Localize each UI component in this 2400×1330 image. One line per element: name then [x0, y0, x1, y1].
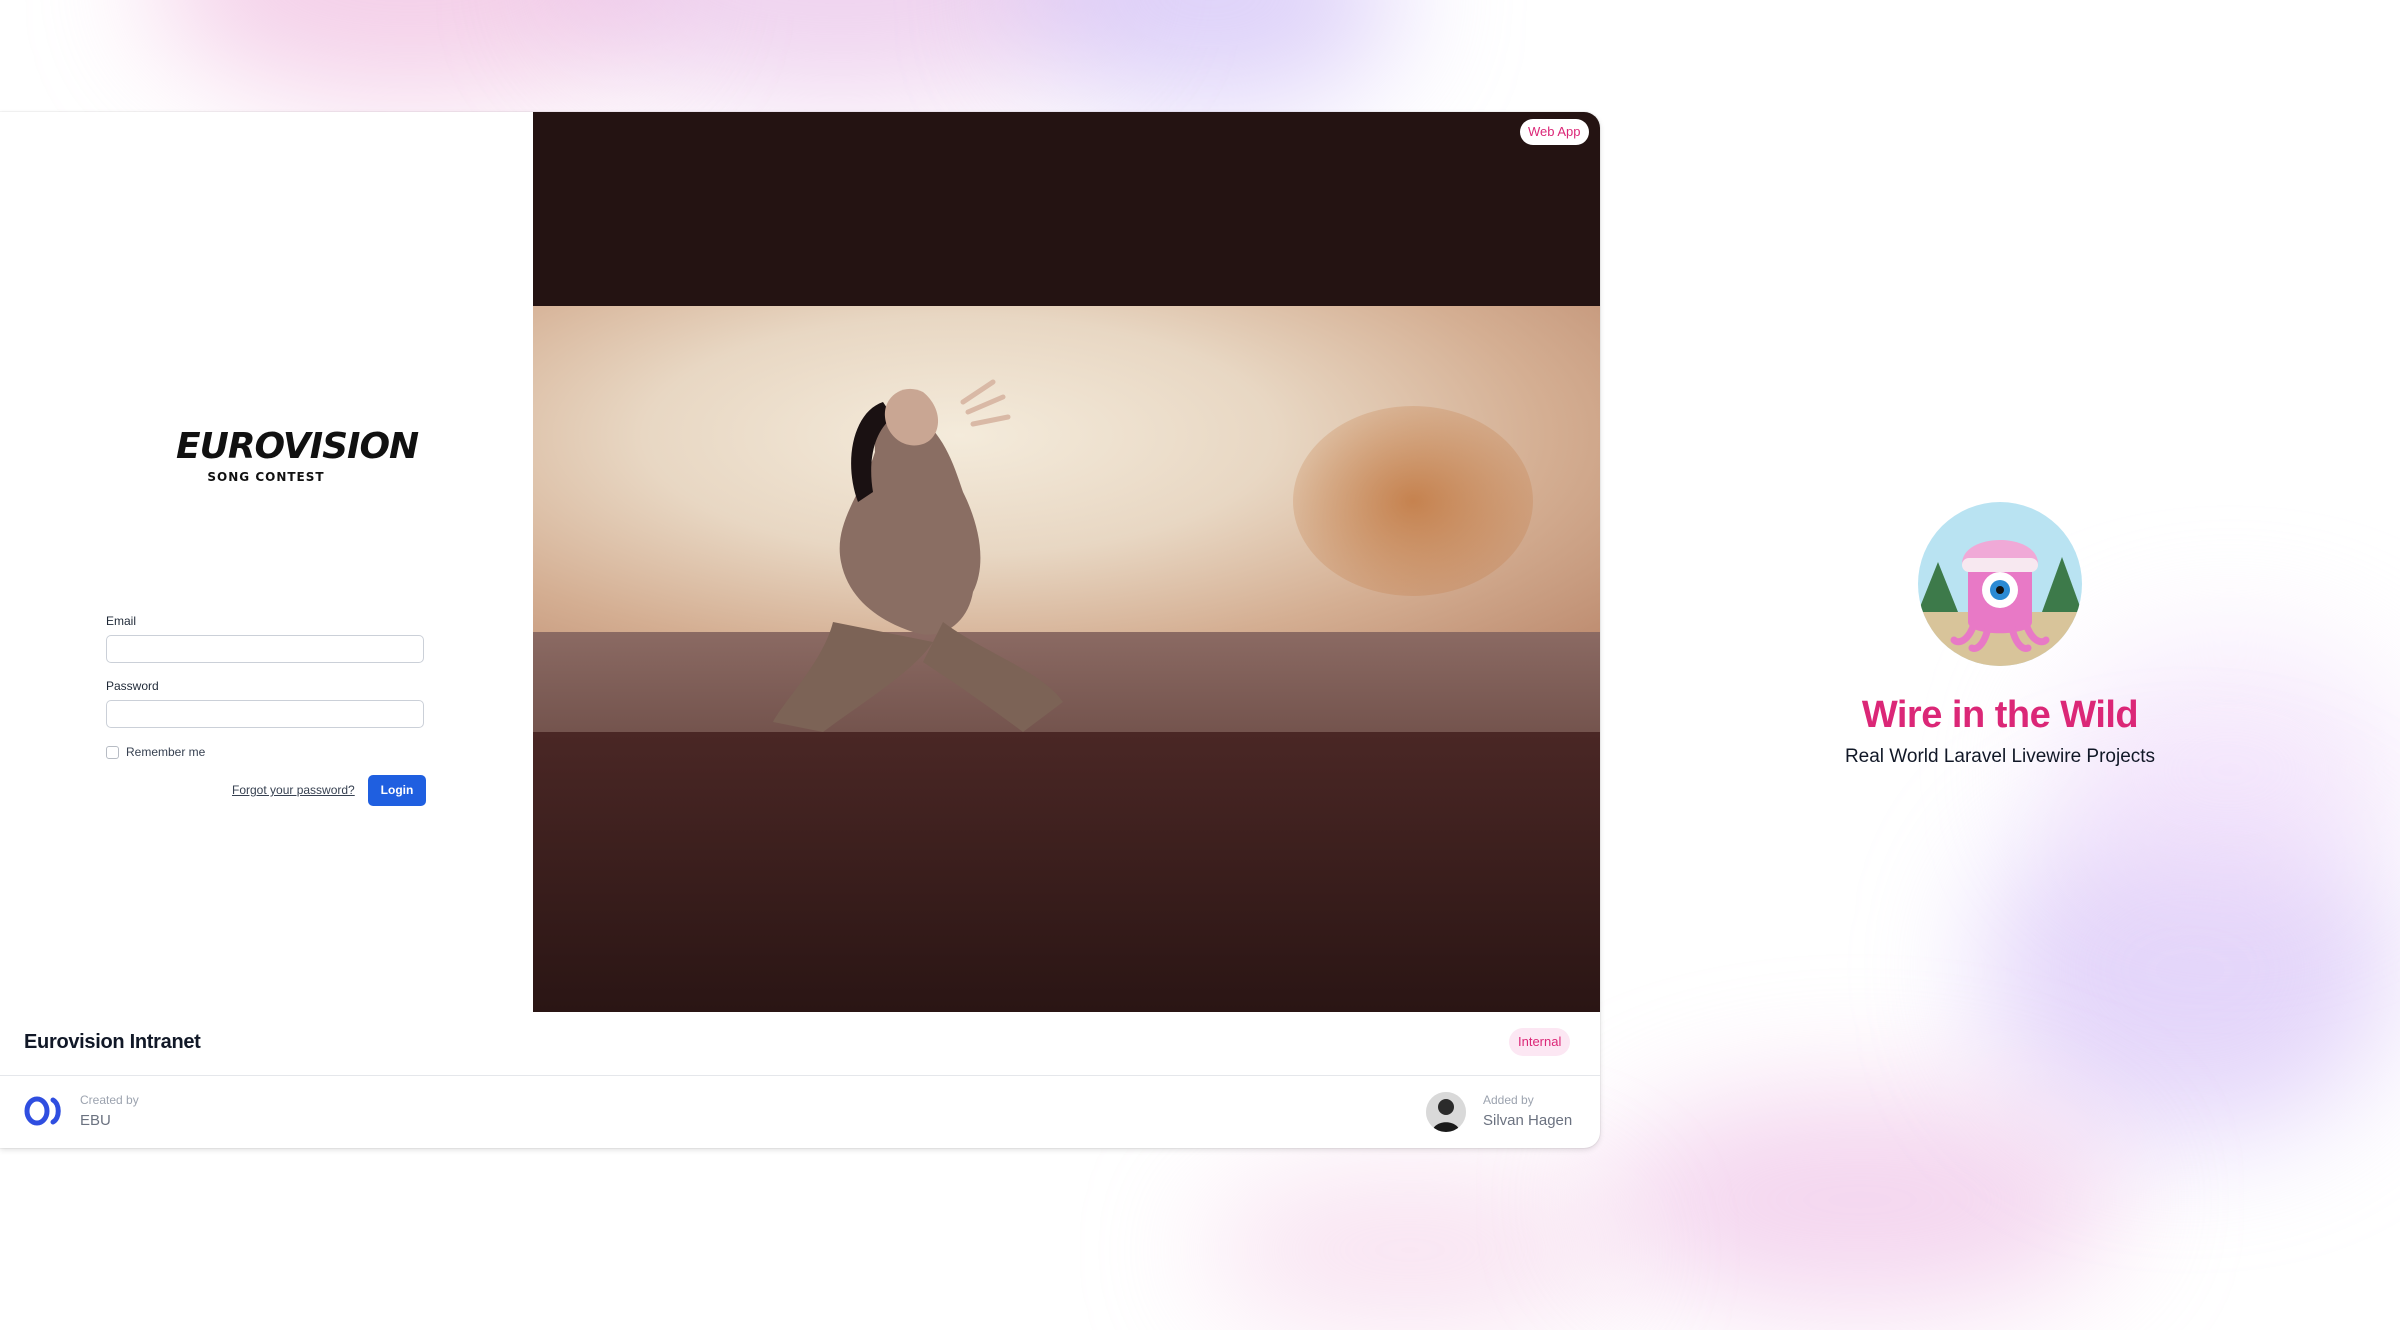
login-button[interactable]: Login — [368, 775, 426, 806]
card-divider — [0, 1075, 1600, 1076]
site-subtitle: Real World Laravel Livewire Projects — [1844, 746, 2156, 767]
logo-wordmark: EUROVISION — [176, 426, 419, 467]
user-avatar — [1426, 1092, 1466, 1132]
background-blob — [1200, 1170, 1620, 1330]
created-by-caption: Created by — [80, 1093, 139, 1107]
password-field[interactable] — [106, 700, 424, 728]
background-blob — [1980, 800, 2400, 1140]
mascot-avatar — [1918, 502, 2082, 666]
ebu-logo-icon — [24, 1096, 61, 1126]
performer-figure — [773, 379, 1063, 732]
project-card[interactable]: EUROVISION SONG CONTEST Email Password R… — [0, 112, 1600, 1148]
performer-photo — [533, 112, 1600, 1012]
background-blob — [560, 0, 1120, 100]
email-field[interactable] — [106, 635, 424, 663]
project-type-badge: Web App — [1520, 119, 1589, 145]
background-blob — [1600, 1090, 2120, 1310]
site-title[interactable]: Wire in the Wild — [1700, 694, 2300, 737]
project-screenshot[interactable]: EUROVISION SONG CONTEST Email Password R… — [0, 112, 1600, 1012]
login-panel: EUROVISION SONG CONTEST Email Password R… — [0, 112, 533, 1012]
added-by-value[interactable]: Silvan Hagen — [1483, 1112, 1572, 1129]
eurovision-logo: EUROVISION SONG CONTEST — [176, 426, 419, 492]
added-by-caption: Added by — [1483, 1093, 1534, 1107]
logo-subtitle: SONG CONTEST — [207, 470, 325, 484]
background-blob — [2050, 640, 2400, 900]
status-badge: Internal — [1509, 1028, 1571, 1056]
stage-front — [533, 732, 1600, 1012]
remember-checkbox[interactable] — [106, 746, 119, 759]
created-by-value[interactable]: EBU — [80, 1112, 111, 1129]
project-title[interactable]: Eurovision Intranet — [24, 1031, 201, 1054]
background-blob — [150, 0, 670, 100]
forgot-password-link[interactable]: Forgot your password? — [232, 783, 355, 797]
background-blob — [1020, 0, 1400, 110]
remember-label: Remember me — [126, 745, 206, 759]
email-label: Email — [106, 614, 137, 628]
password-label: Password — [106, 679, 159, 693]
